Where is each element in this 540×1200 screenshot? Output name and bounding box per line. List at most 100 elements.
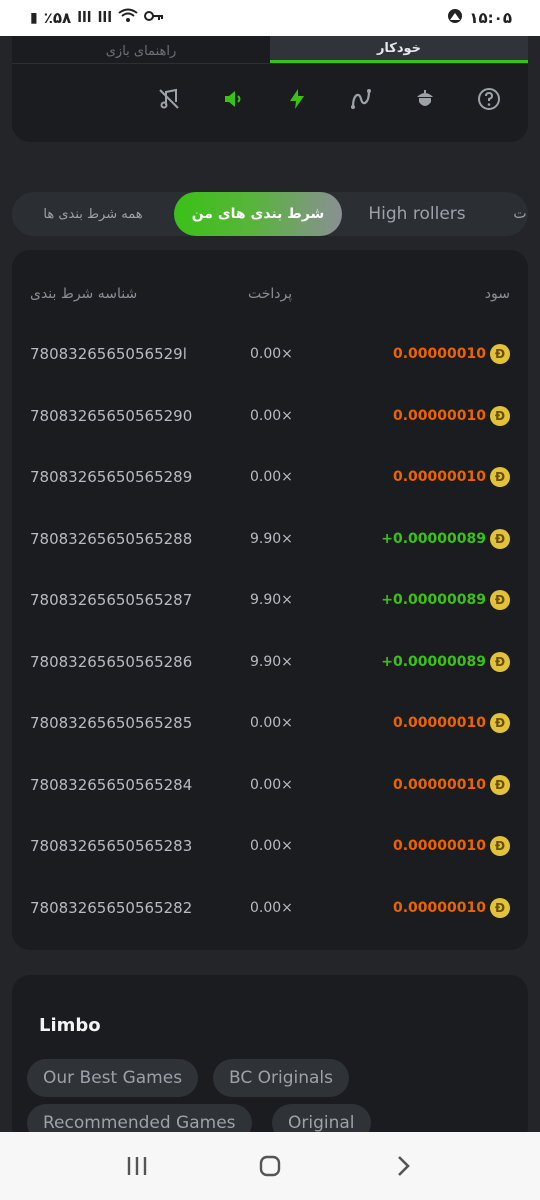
coin-icon: Ð — [490, 713, 510, 733]
profit-amount: 0.00000010 — [393, 469, 486, 485]
profit-amount: 0.00000010 — [393, 838, 486, 854]
coin-icon: Ð — [490, 897, 510, 918]
bet-payout: 9.90× — [250, 653, 293, 670]
game-title: Limbo — [39, 1015, 101, 1036]
bet-payout: 0.00× — [250, 346, 293, 362]
clock: ۱۵:۰۵ — [469, 9, 512, 27]
table-header: شناسه شرط بندی پرداخت سود — [12, 286, 528, 306]
bet-id: 78083265650565285 — [30, 714, 193, 732]
battery-level: ٪۵۸ — [43, 9, 72, 27]
bet-id: 78083265650565283 — [30, 837, 193, 855]
table-row[interactable]: 78083265650565290 0.00× 0.00000010 Ð — [12, 404, 528, 428]
bet-profit: 0.00000010 Ð — [393, 897, 510, 918]
my-bets-table: شناسه شرط بندی پرداخت سود 78083265650565… — [12, 250, 528, 950]
bet-profit: 0.00000010 Ð — [393, 344, 510, 364]
bet-profit: 0.00000010 Ð — [393, 774, 510, 795]
bet-profit: 0.00000010 Ð — [393, 467, 510, 487]
bet-id: 78083265650565286 — [30, 652, 193, 671]
music-off-icon[interactable] — [156, 86, 182, 112]
tool-row — [156, 86, 502, 112]
bet-filter-tabs: همه شرط بندی ها شرط بندی های من High rol… — [12, 192, 528, 236]
table-row[interactable]: 78083265650565287 9.90× +0.00000089 Ð — [12, 588, 528, 612]
table-row[interactable]: 78083265650565283 0.00× 0.00000010 Ð — [12, 834, 528, 858]
coin-icon: Ð — [490, 405, 510, 426]
status-right: ۱۵:۰۵ — [447, 8, 512, 28]
back-icon[interactable] — [383, 1146, 423, 1186]
tab-game-guide[interactable]: راهنمای بازی — [12, 36, 270, 63]
tab-all-bets[interactable]: همه شرط بندی ها — [12, 192, 174, 236]
status-left: ▮ ٪۵۸ lll lll — [30, 8, 164, 28]
acorn-icon[interactable] — [412, 86, 438, 112]
game-info-card: Limbo Our Best Games BC Originals Recomm… — [12, 975, 528, 1145]
coin-icon: Ð — [490, 528, 510, 549]
profit-amount: 0.00000010 — [393, 776, 486, 793]
tab-high-rollers[interactable]: High rollers — [352, 192, 482, 236]
wifi-icon — [118, 8, 138, 28]
profit-amount: 0.00000010 — [393, 407, 486, 424]
chip-our-best-games[interactable]: Our Best Games — [27, 1059, 199, 1097]
table-row[interactable]: 78083265650565288 9.90× +0.00000089 Ð — [12, 527, 528, 551]
table-row[interactable]: 78083265650565284 0.00× 0.00000010 Ð — [12, 773, 528, 797]
table-row[interactable]: 78083265650565285 0.00× 0.00000010 Ð — [12, 711, 528, 735]
bet-id: 78083265650565284 — [30, 775, 193, 794]
profit-amount: 0.00000010 — [393, 715, 486, 731]
bet-profit: 0.00000010 Ð — [393, 713, 510, 733]
table-row[interactable]: 7808326565056529l 0.00× 0.00000010 Ð — [12, 342, 528, 366]
game-controls-card: راهنمای بازی خودکار — [12, 36, 528, 142]
profit-amount: +0.00000089 — [381, 592, 486, 608]
bet-payout: 9.90× — [250, 592, 293, 608]
bet-payout: 0.00× — [250, 469, 293, 485]
sound-icon[interactable] — [220, 86, 246, 112]
battery-icon: ▮ — [30, 10, 38, 26]
bet-payout: 0.00× — [250, 407, 293, 424]
key-icon — [144, 10, 164, 26]
bet-id: 78083265650565282 — [30, 898, 193, 917]
recent-apps-icon[interactable] — [117, 1146, 157, 1186]
coin-icon: Ð — [490, 467, 510, 487]
bet-id: 78083265650565288 — [30, 529, 193, 548]
coin-icon: Ð — [490, 344, 510, 364]
bet-payout: 0.00× — [250, 776, 293, 793]
bet-id: 78083265650565287 — [30, 591, 193, 609]
signal-icon-2: lll — [97, 10, 112, 26]
bet-id: 7808326565056529l — [30, 345, 187, 363]
app-notification-icon — [447, 8, 463, 28]
profit-amount: 0.00000010 — [393, 346, 486, 362]
header-profit: سود — [484, 286, 510, 302]
status-bar: ▮ ٪۵۸ lll lll ۱۵:۰۵ — [0, 0, 540, 36]
bet-payout: 0.00× — [250, 899, 293, 916]
lightning-icon[interactable] — [284, 86, 310, 112]
coin-icon: Ð — [490, 774, 510, 795]
bet-payout: 0.00× — [250, 838, 293, 854]
header-payout: پرداخت — [248, 286, 293, 302]
system-nav-bar — [0, 1132, 540, 1200]
coin-icon: Ð — [490, 590, 510, 610]
tab-partial[interactable]: ت — [512, 192, 528, 236]
bet-profit: 0.00000010 Ð — [393, 405, 510, 426]
table-row[interactable]: 78083265650565286 9.90× +0.00000089 Ð — [12, 650, 528, 674]
table-row[interactable]: 78083265650565289 0.00× 0.00000010 Ð — [12, 465, 528, 489]
bet-profit: +0.00000089 Ð — [381, 590, 510, 610]
bet-profit: +0.00000089 Ð — [381, 651, 510, 672]
profit-amount: 0.00000010 — [393, 899, 486, 916]
chip-bc-originals[interactable]: BC Originals — [213, 1059, 350, 1097]
header-bet-id: شناسه شرط بندی — [30, 286, 138, 302]
bet-profit: +0.00000089 Ð — [381, 528, 510, 549]
mode-tabs: راهنمای بازی خودکار — [12, 36, 528, 64]
coin-icon: Ð — [490, 836, 510, 856]
help-icon[interactable] — [476, 86, 502, 112]
tab-auto[interactable]: خودکار — [270, 36, 528, 63]
bet-id: 78083265650565289 — [30, 468, 193, 486]
coin-icon: Ð — [490, 651, 510, 672]
table-row[interactable]: 78083265650565282 0.00× 0.00000010 Ð — [12, 896, 528, 920]
bet-id: 78083265650565290 — [30, 406, 193, 425]
bet-profit: 0.00000010 Ð — [393, 836, 510, 856]
bet-payout: 0.00× — [250, 715, 293, 731]
tab-my-bets[interactable]: شرط بندی های من — [174, 192, 342, 236]
curve-icon[interactable] — [348, 86, 374, 112]
profit-amount: +0.00000089 — [381, 653, 486, 670]
signal-icon: lll — [77, 10, 92, 26]
home-icon[interactable] — [250, 1146, 290, 1186]
profit-amount: +0.00000089 — [381, 530, 486, 547]
bet-payout: 9.90× — [250, 530, 293, 547]
